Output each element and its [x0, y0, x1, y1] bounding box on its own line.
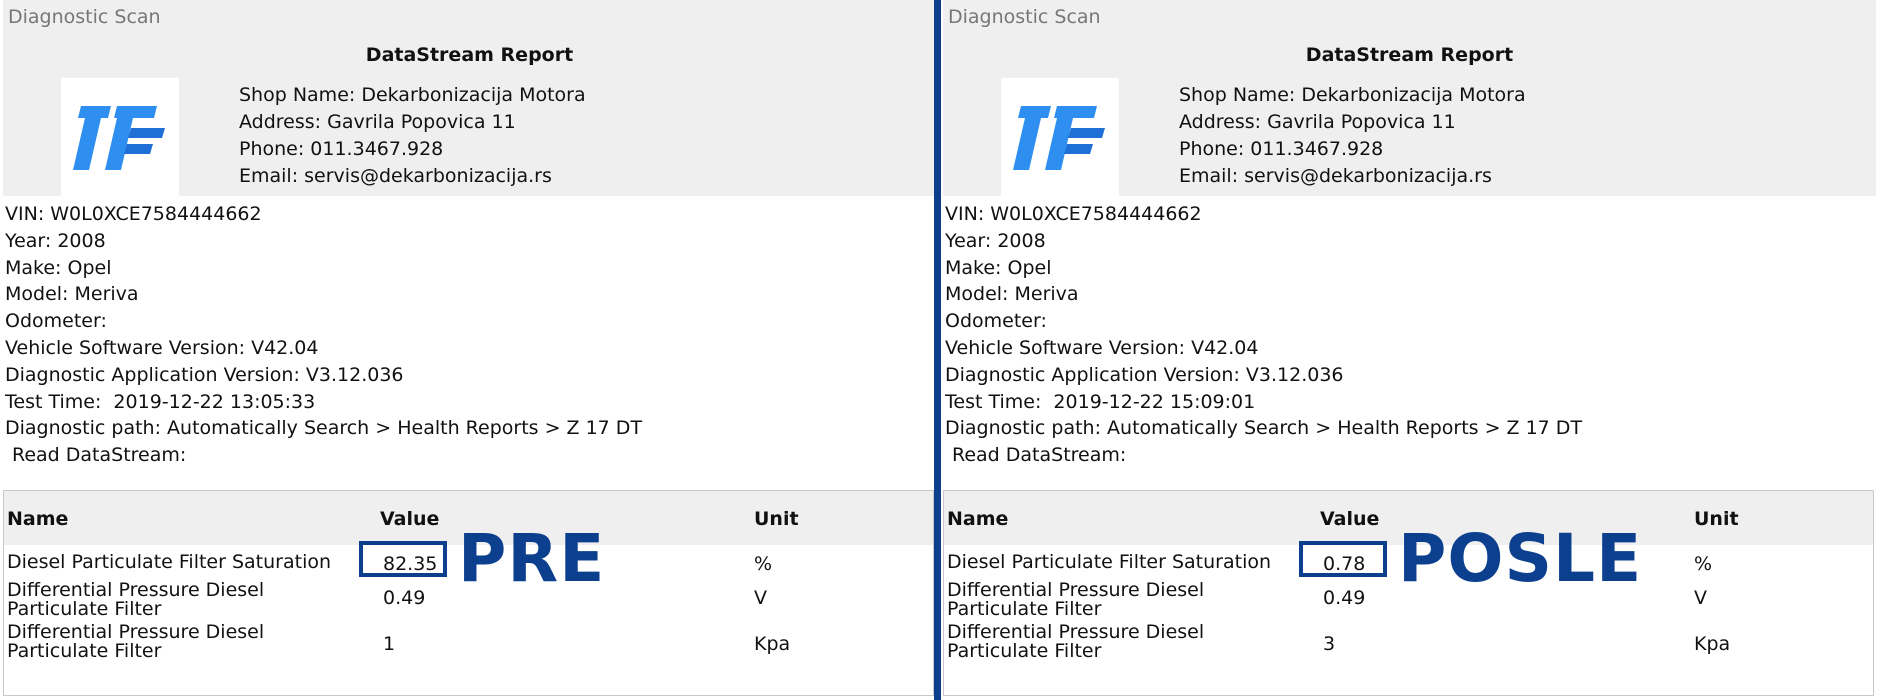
row-name: Differential Pressure Diesel Particulate… [947, 621, 1205, 662]
column-header-unit: Unit [1694, 508, 1739, 530]
row-unit: Kpa [1694, 633, 1731, 655]
before-label: PRE [458, 520, 606, 597]
year-text: Year: 2008 [945, 229, 1046, 252]
table-row: Differential Pressure Diesel Particulate… [944, 623, 1873, 671]
logo-icon [73, 106, 165, 170]
window-caption: Diagnostic Scan [8, 6, 161, 28]
row-unit: % [1694, 553, 1713, 575]
row-value: 0.49 [1323, 587, 1366, 609]
shop-name: Shop Name: Dekarbonizacija Motora [1179, 84, 1526, 106]
row-name: Differential Pressure Diesel Particulate… [7, 621, 265, 662]
diagnostic-path-text: Diagnostic path: Automatically Search > … [945, 417, 1583, 440]
row-value: 1 [383, 633, 396, 655]
shop-info: Shop Name: Dekarbonizacija Motora Addres… [239, 82, 586, 190]
shop-logo [1001, 78, 1119, 196]
column-header-name: Name [7, 508, 69, 530]
row-unit: V [1694, 587, 1707, 609]
shop-phone: Phone: 011.3467.928 [1179, 138, 1384, 160]
column-header-value: Value [1320, 508, 1380, 530]
model-text: Model: Meriva [945, 283, 1079, 306]
table-row: Differential Pressure Diesel Particulate… [4, 623, 933, 671]
odometer-text: Odometer: [5, 310, 107, 333]
shop-info: Shop Name: Dekarbonizacija Motora Addres… [1179, 82, 1526, 190]
vehicle-info: VIN: W0L0XCE7584444662 Year: 2008 Make: … [5, 201, 642, 469]
shop-phone: Phone: 011.3467.928 [239, 138, 444, 160]
report-panel-before: Diagnostic Scan DataStream Report Shop N… [0, 0, 936, 700]
logo-icon [1013, 106, 1105, 170]
report-panel-after: Diagnostic Scan DataStream Report Shop N… [940, 0, 1876, 700]
row-unit: % [754, 553, 773, 575]
vin-text: VIN: W0L0XCE7584444662 [5, 203, 262, 225]
model-text: Model: Meriva [5, 283, 139, 306]
software-version-text: Vehicle Software Version: V42.04 [5, 336, 319, 359]
test-time-text: Test Time: 2019-12-22 13:05:33 [5, 390, 316, 413]
application-version-text: Diagnostic Application Version: V3.12.03… [945, 363, 1344, 386]
window-caption: Diagnostic Scan [948, 6, 1101, 28]
column-header-value: Value [380, 508, 440, 530]
make-text: Make: Opel [945, 256, 1052, 279]
vehicle-info: VIN: W0L0XCE7584444662 Year: 2008 Make: … [945, 201, 1582, 469]
row-name: Differential Pressure Diesel Particulate… [7, 579, 265, 620]
shop-email: Email: servis@dekarbonizacija.rs [1179, 165, 1492, 187]
column-header-name: Name [947, 508, 1009, 530]
row-unit: V [754, 587, 767, 609]
read-datastream-text: Read DataStream: [952, 444, 1127, 467]
shop-address: Address: Gavrila Popovica 11 [239, 111, 516, 133]
read-datastream-text: Read DataStream: [12, 444, 187, 467]
column-header-unit: Unit [754, 508, 799, 530]
make-text: Make: Opel [5, 256, 112, 279]
shop-name: Shop Name: Dekarbonizacija Motora [239, 84, 586, 106]
report-header: Diagnostic Scan DataStream Report Shop N… [3, 0, 936, 196]
row-unit: Kpa [754, 633, 791, 655]
vin-text: VIN: W0L0XCE7584444662 [945, 203, 1202, 225]
diagnostic-path-text: Diagnostic path: Automatically Search > … [5, 417, 643, 440]
row-value: 0.49 [383, 587, 426, 609]
after-label: POSLE [1398, 520, 1643, 597]
odometer-text: Odometer: [945, 310, 1047, 333]
row-name: Diesel Particulate Filter Saturation [947, 551, 1272, 573]
row-name: Diesel Particulate Filter Saturation [7, 551, 332, 573]
application-version-text: Diagnostic Application Version: V3.12.03… [5, 363, 404, 386]
test-time-text: Test Time: 2019-12-22 15:09:01 [945, 390, 1256, 413]
year-text: Year: 2008 [5, 229, 106, 252]
shop-email: Email: servis@dekarbonizacija.rs [239, 165, 552, 187]
report-title: DataStream Report [1305, 44, 1514, 66]
shop-address: Address: Gavrila Popovica 11 [1179, 111, 1456, 133]
software-version-text: Vehicle Software Version: V42.04 [945, 336, 1259, 359]
shop-logo [61, 78, 179, 196]
report-header: Diagnostic Scan DataStream Report Shop N… [943, 0, 1876, 196]
report-title: DataStream Report [365, 44, 574, 66]
saturation-highlight-box [359, 541, 447, 577]
row-name: Differential Pressure Diesel Particulate… [947, 579, 1205, 620]
saturation-highlight-box [1299, 541, 1387, 577]
row-value: 3 [1323, 633, 1336, 655]
